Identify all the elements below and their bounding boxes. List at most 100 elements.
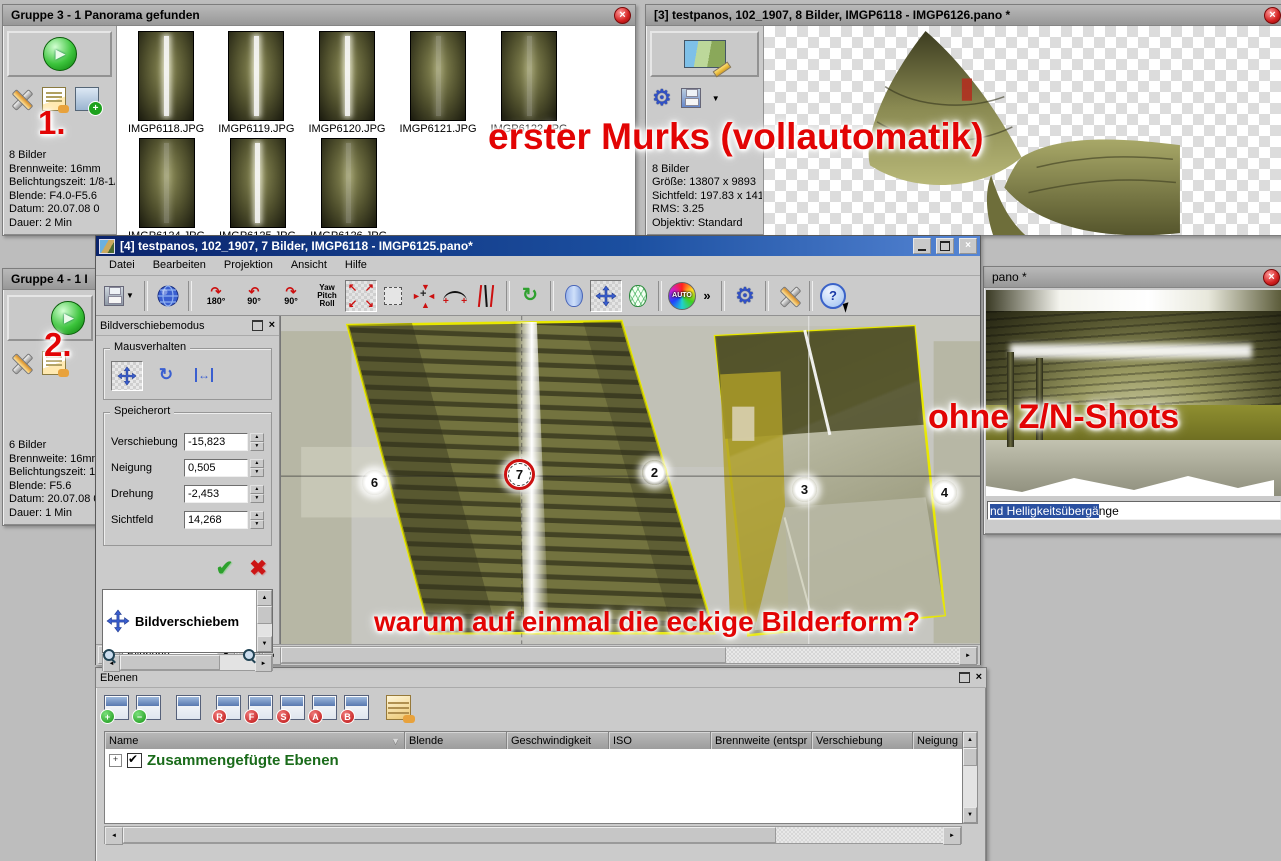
apply-check-icon[interactable] xyxy=(216,556,234,581)
float-panel-icon[interactable] xyxy=(252,320,263,331)
layer-row[interactable]: Zusammengefügte Ebenen xyxy=(109,752,958,769)
column-verschiebung[interactable]: Verschiebung xyxy=(812,732,913,749)
move-mode-button[interactable] xyxy=(590,280,622,312)
column-name[interactable]: Name xyxy=(105,732,405,749)
mode-listbox[interactable]: Bildverschiebem xyxy=(102,589,273,653)
menu-projektion[interactable]: Projektion xyxy=(215,257,282,274)
pano-edit-canvas[interactable]: 6 7 2 3 4 xyxy=(280,316,980,644)
refresh-button[interactable] xyxy=(515,281,545,311)
layer-plain-button[interactable] xyxy=(176,695,201,720)
save-dropdown-icon[interactable] xyxy=(712,94,720,103)
close-icon[interactable] xyxy=(614,7,631,24)
column-brennweite[interactable]: Brennweite (entspr xyxy=(711,732,812,749)
layer-r-button[interactable]: R xyxy=(216,695,241,720)
pano3-titlebar[interactable]: [3] testpanos, 102_1907, 8 Bilder, IMGP6… xyxy=(646,5,1281,26)
fit-view-button[interactable]: ↖↗↙↘ xyxy=(345,280,377,312)
close-icon[interactable] xyxy=(1264,7,1281,24)
image-marker[interactable]: 3 xyxy=(792,477,817,502)
save-project-button[interactable] xyxy=(99,281,139,311)
expand-icon[interactable] xyxy=(109,754,122,767)
image-marker[interactable]: 4 xyxy=(932,480,957,505)
float-panel-icon[interactable] xyxy=(959,672,970,683)
layer-checkbox[interactable] xyxy=(127,753,142,768)
spinner[interactable] xyxy=(250,433,264,451)
rotate-90-left-button[interactable]: ↶90° xyxy=(236,281,272,311)
layer-b-button[interactable]: B xyxy=(344,695,369,720)
rotate-180-button[interactable]: ↷180° xyxy=(197,281,235,311)
column-geschwindigkeit[interactable]: Geschwindigkeit xyxy=(507,732,609,749)
thumbnail[interactable]: IMGP6125.JPG xyxy=(219,138,296,235)
blend-option-field[interactable]: nd Helligkeitsübergänge xyxy=(987,501,1281,520)
mesh-button[interactable] xyxy=(623,281,653,311)
gruppe3-titlebar[interactable]: Gruppe 3 - 1 Panorama gefunden xyxy=(3,5,635,26)
edit-panorama-button[interactable] xyxy=(650,31,759,77)
settings-tools-icon[interactable] xyxy=(9,351,33,375)
toolbar-more-button[interactable]: » xyxy=(698,281,716,311)
close-icon[interactable] xyxy=(1263,269,1280,286)
drehung-input[interactable]: -2,453 xyxy=(184,485,248,503)
menu-ansicht[interactable]: Ansicht xyxy=(282,257,336,274)
projection-globe-button[interactable] xyxy=(153,281,183,311)
rotate-90-right-button[interactable]: ↷90° xyxy=(273,281,309,311)
thumbnail[interactable]: IMGP6120.JPG xyxy=(308,31,385,135)
barrel-projection-button[interactable] xyxy=(559,281,589,311)
column-blende[interactable]: Blende xyxy=(405,732,507,749)
center-button[interactable]: ▼▲►◄ xyxy=(409,281,439,311)
sichtfeld-input[interactable]: 14,268 xyxy=(184,511,248,529)
save-icon[interactable] xyxy=(681,88,701,108)
spinner[interactable] xyxy=(250,459,264,477)
image-marker[interactable]: 2 xyxy=(642,460,667,485)
column-iso[interactable]: ISO xyxy=(609,732,711,749)
image-marker[interactable]: 6 xyxy=(362,470,387,495)
horizon-button[interactable]: ++ xyxy=(440,281,470,311)
layers-hscrollbar[interactable] xyxy=(104,826,962,844)
canvas-hscrollbar[interactable] xyxy=(262,646,978,664)
menu-hilfe[interactable]: Hilfe xyxy=(336,257,376,274)
mouse-rotate-button[interactable] xyxy=(151,361,181,389)
neigung-input[interactable]: 0,505 xyxy=(184,459,248,477)
mouse-scale-button[interactable]: ↔ xyxy=(189,361,219,389)
pano-right-titlebar[interactable]: pano * xyxy=(984,267,1281,288)
mode-list-item[interactable]: Bildverschiebem xyxy=(103,590,256,652)
close-panel-icon[interactable] xyxy=(269,320,275,331)
yaw-pitch-roll-button[interactable]: Yaw Pitch Roll xyxy=(310,281,344,311)
remove-layer-button[interactable]: − xyxy=(136,695,161,720)
vertical-lines-button[interactable] xyxy=(471,281,501,311)
mouse-move-button[interactable] xyxy=(111,361,143,391)
thumbnail[interactable]: IMGP6126.JPG xyxy=(310,138,387,235)
help-button[interactable]: ? xyxy=(818,281,848,311)
layer-f-button[interactable]: F xyxy=(248,695,273,720)
auto-color-button[interactable]: AUTO xyxy=(667,281,697,311)
thumbnail[interactable]: IMGP6121.JPG xyxy=(399,31,476,135)
menu-datei[interactable]: Datei xyxy=(100,257,144,274)
layer-s-button[interactable]: S xyxy=(280,695,305,720)
menu-bearbeiten[interactable]: Bearbeiten xyxy=(144,257,215,274)
image-marker-active[interactable]: 7 xyxy=(504,459,535,490)
tools-button[interactable] xyxy=(774,281,804,311)
maximize-button[interactable] xyxy=(936,238,954,254)
list-vscrollbar[interactable] xyxy=(256,590,272,652)
editor-titlebar[interactable]: [4] testpanos, 102_1907, 7 Bilder, IMGP6… xyxy=(96,236,980,256)
close-panel-icon[interactable] xyxy=(976,672,982,683)
stitch-start-button[interactable] xyxy=(7,31,112,77)
thumbnail[interactable]: IMGP6119.JPG xyxy=(218,31,294,135)
column-neigung[interactable]: Neigung xyxy=(913,732,962,749)
crop-button[interactable] xyxy=(378,281,408,311)
close-button[interactable] xyxy=(959,238,977,254)
layers-vscrollbar[interactable] xyxy=(963,731,978,824)
render-gear-icon[interactable] xyxy=(652,87,672,109)
cancel-cross-icon[interactable] xyxy=(249,556,267,581)
thumbnail[interactable]: IMGP6124.JPG xyxy=(128,138,205,235)
add-layer-button[interactable]: + xyxy=(104,695,129,720)
layer-properties-button[interactable] xyxy=(386,695,411,720)
add-images-icon[interactable] xyxy=(75,87,99,111)
thumbnail[interactable]: IMGP6118.JPG xyxy=(128,31,204,135)
layer-a-button[interactable]: A xyxy=(312,695,337,720)
render-button[interactable] xyxy=(730,281,760,311)
settings-tools-icon[interactable] xyxy=(9,87,33,111)
minimize-button[interactable] xyxy=(913,238,931,254)
gruppe4-titlebar[interactable]: Gruppe 4 - 1 I xyxy=(3,269,97,290)
verschiebung-input[interactable]: -15,823 xyxy=(184,433,248,451)
spinner[interactable] xyxy=(250,511,264,529)
spinner[interactable] xyxy=(250,485,264,503)
